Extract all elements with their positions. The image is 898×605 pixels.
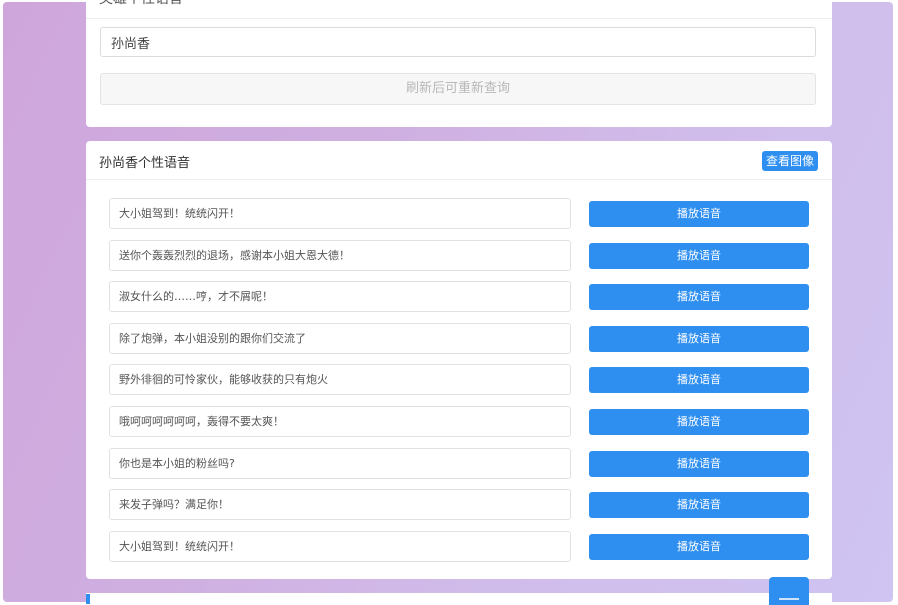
- voice-row: 大小姐驾到！统统闪开！ 播放语音: [86, 198, 832, 240]
- voice-row: 来发子弹吗？满足你！ 播放语音: [86, 489, 832, 531]
- view-image-button[interactable]: 查看图像: [761, 151, 818, 171]
- voice-row: 野外徘徊的可怜家伙，能够收获的只有炮火 播放语音: [86, 364, 832, 406]
- voice-list-header: 孙尚香个性语音 查看图像: [86, 141, 832, 180]
- play-voice-button[interactable]: 播放语音: [589, 492, 809, 519]
- hero-search-card: 英雄个性语音 刷新后可重新查询: [86, 0, 832, 127]
- voice-row: 淑女什么的……哼，才不屑呢！ 播放语音: [86, 281, 832, 323]
- voice-line-text: 来发子弹吗？满足你！: [109, 489, 571, 521]
- voice-row: 除了炮弹，本小姐没别的跟你们交流了 播放语音: [86, 322, 832, 365]
- voice-row: 哦呵呵呵呵呵呵，轰得不要太爽！ 播放语音: [86, 405, 832, 448]
- play-voice-button[interactable]: 播放语音: [589, 408, 809, 435]
- voice-list-card: 孙尚香个性语音 查看图像 大小姐驾到！统统闪开！ 播放语音 送你个轰轰烈烈的退场…: [86, 141, 832, 579]
- hero-search-title: 英雄个性语音: [99, 0, 183, 8]
- play-voice-button[interactable]: 播放语音: [589, 450, 809, 477]
- hero-search-header: 英雄个性语音: [86, 0, 832, 19]
- next-card-accent: [86, 594, 90, 604]
- play-voice-button[interactable]: 播放语音: [589, 367, 809, 394]
- voice-list-title: 孙尚香个性语音: [99, 156, 191, 171]
- voice-line-text: 大小姐驾到！统统闪开！: [109, 530, 571, 562]
- refresh-query-button[interactable]: 刷新后可重新查询: [100, 73, 816, 105]
- next-card-edge: [86, 593, 832, 605]
- floating-button-line-icon: [779, 598, 799, 600]
- voice-row: 你也是本小姐的粉丝吗? 播放语音: [86, 447, 832, 490]
- play-voice-button[interactable]: 播放语音: [589, 325, 809, 352]
- play-voice-button[interactable]: 播放语音: [589, 201, 809, 227]
- play-voice-button[interactable]: 播放语音: [589, 242, 809, 269]
- voice-line-text: 你也是本小姐的粉丝吗?: [109, 447, 571, 479]
- voice-line-text: 除了炮弹，本小姐没别的跟你们交流了: [109, 322, 571, 354]
- play-voice-button[interactable]: 播放语音: [589, 533, 809, 560]
- voice-line-text: 送你个轰轰烈烈的退场，感谢本小姐大恩大德！: [109, 239, 571, 271]
- voice-list: 大小姐驾到！统统闪开！ 播放语音 送你个轰轰烈烈的退场，感谢本小姐大恩大德！ 播…: [86, 198, 832, 572]
- voice-line-text: 大小姐驾到！统统闪开！: [109, 198, 571, 229]
- voice-line-text: 淑女什么的……哼，才不屑呢！: [109, 281, 571, 313]
- voice-row: 大小姐驾到！统统闪开！ 播放语音: [86, 530, 832, 573]
- voice-row: 送你个轰轰烈烈的退场，感谢本小姐大恩大德！ 播放语音: [86, 239, 832, 282]
- hero-name-input[interactable]: [100, 27, 816, 57]
- voice-line-text: 野外徘徊的可怜家伙，能够收获的只有炮火: [109, 364, 571, 396]
- floating-action-button[interactable]: [769, 577, 809, 605]
- voice-line-text: 哦呵呵呵呵呵呵，轰得不要太爽！: [109, 405, 571, 437]
- play-voice-button[interactable]: 播放语音: [589, 284, 809, 311]
